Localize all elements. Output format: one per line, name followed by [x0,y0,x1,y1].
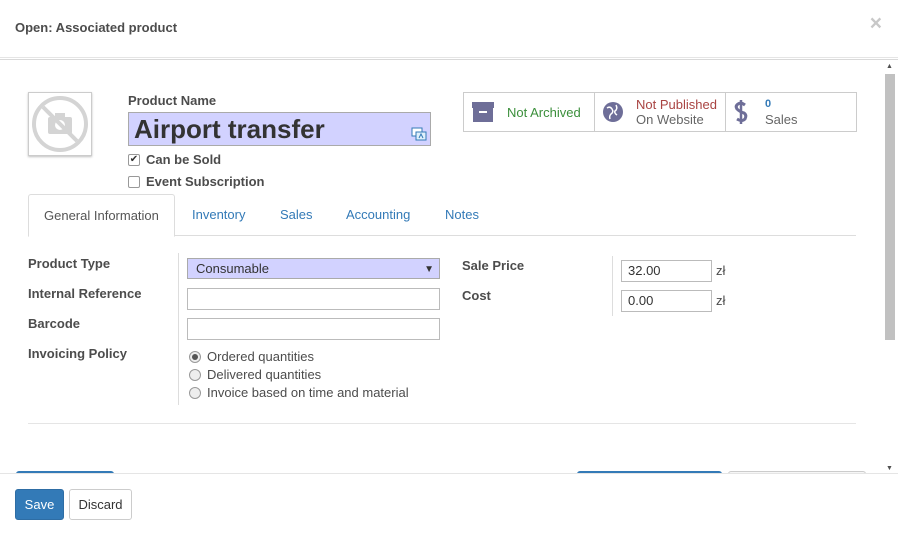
notebook-tabs: General Information Inventory Sales Acco… [28,194,856,237]
event-subscription-checkbox[interactable] [128,175,140,188]
internal-reference-input[interactable] [187,288,440,310]
invoicing-option-delivered[interactable]: Delivered quantities [189,367,321,382]
event-subscription-label: Event Subscription [146,174,265,189]
sale-price-input[interactable]: 32.00 [621,260,712,282]
globe-icon [603,102,623,122]
invoicing-option-timesheet[interactable]: Invoice based on time and material [189,385,409,400]
barcode-label: Barcode [28,316,81,331]
dialog-title: Open: Associated product [15,20,178,35]
archive-icon [472,102,494,122]
currency-symbol: zł [716,263,726,278]
product-type-select[interactable]: Consumable ▼ [187,258,440,279]
archive-toggle-button[interactable]: Not Archived [464,93,595,131]
sale-price-label: Sale Price [462,258,525,273]
invoicing-option-label: Delivered quantities [207,367,322,382]
can-be-sold-label: Can be Sold [146,152,222,167]
dollar-icon [734,100,748,124]
invoicing-policy-label: Invoicing Policy [28,346,127,361]
product-name-value: Airport transfer [134,114,325,144]
product-type-label: Product Type [28,256,111,271]
tab-accounting[interactable]: Accounting [346,194,410,236]
barcode-input[interactable] [187,318,440,340]
close-icon[interactable]: × [870,13,882,34]
sales-count: 0 [765,98,772,110]
discard-button[interactable]: Discard [69,489,132,520]
invoicing-option-label: Ordered quantities [207,349,314,364]
radio-timesheet[interactable] [189,386,201,399]
field-separator-right [612,256,613,316]
tab-inventory[interactable]: Inventory [192,194,245,236]
radio-delivered[interactable] [189,368,201,381]
smart-buttons: Not Archived Not Published On Website 0 … [463,92,857,132]
tab-sales[interactable]: Sales [280,194,313,236]
website-status-sub: On Website [636,112,704,127]
dialog-footer: Save Discard [0,473,898,534]
internal-reference-label: Internal Reference [28,286,142,301]
scroll-thumb[interactable] [885,74,895,340]
section-divider [28,423,856,424]
can-be-sold-checkbox[interactable]: ✔ [128,153,140,166]
dialog-header: Open: Associated product × [0,0,898,58]
sales-count-button[interactable]: 0 Sales [726,93,856,131]
product-name-label: Product Name [128,93,217,108]
website-status: Not Published [636,97,717,112]
product-image[interactable] [28,92,92,156]
translate-icon[interactable] [411,116,427,148]
sales-label: Sales [765,112,798,127]
cost-input[interactable]: 0.00 [621,290,712,312]
website-publish-button[interactable]: Not Published On Website [595,93,726,131]
scroll-down-arrow-icon[interactable]: ▼ [884,465,895,473]
tab-general-information[interactable]: General Information [28,194,175,237]
invoicing-option-label: Invoice based on time and material [207,385,409,400]
dialog-body: Product Name Airport transfer ✔ Can be S… [0,59,898,473]
no-image-camera-icon [32,96,88,152]
event-subscription-row[interactable]: Event Subscription [128,174,264,189]
product-name-input[interactable]: Airport transfer [128,112,431,146]
radio-ordered[interactable] [189,350,201,363]
cost-label: Cost [462,288,491,303]
dropdown-arrow-icon: ▼ [424,264,434,275]
currency-symbol: zł [716,293,726,308]
can-be-sold-row[interactable]: ✔ Can be Sold [128,152,221,167]
save-button[interactable]: Save [15,489,64,520]
scroll-up-arrow-icon[interactable]: ▲ [884,63,895,71]
invoicing-option-ordered[interactable]: Ordered quantities [189,349,314,364]
field-separator [178,253,179,405]
archive-status: Not Archived [507,104,581,120]
tab-notes[interactable]: Notes [445,194,479,236]
vertical-scrollbar[interactable]: ▲ ▼ [884,63,895,473]
product-type-value: Consumable [196,261,269,276]
